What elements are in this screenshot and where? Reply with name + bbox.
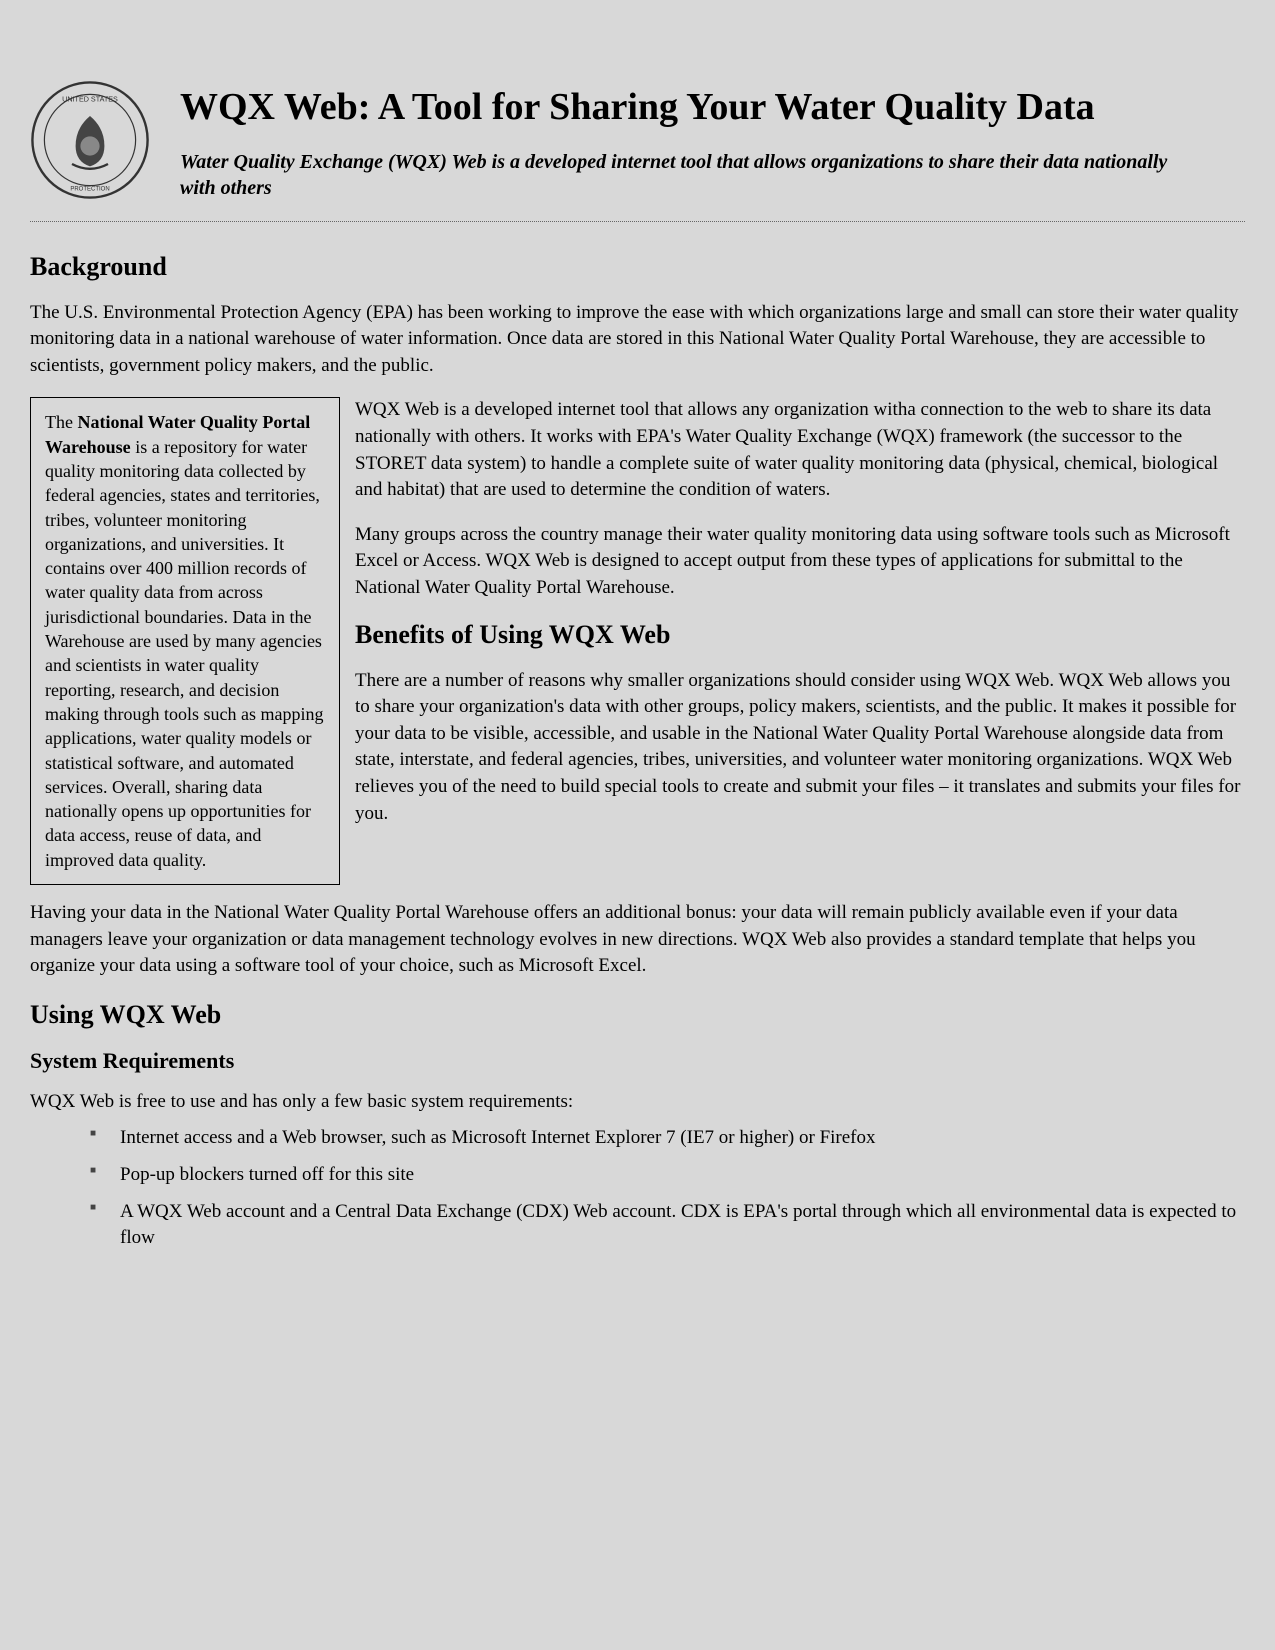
page-subtitle: Water Quality Exchange (WQX) Web is a de…: [180, 149, 1205, 201]
requirements-intro: WQX Web is free to use and has only a fe…: [30, 1089, 1245, 1116]
callout-text-after: is a repository for water quality monito…: [45, 437, 323, 870]
epa-seal-icon: UNITED STATES PROTECTION: [30, 80, 150, 200]
svg-text:UNITED STATES: UNITED STATES: [62, 95, 118, 104]
callout-text-before: The: [45, 412, 77, 432]
requirements-list: Internet access and a Web browser, such …: [30, 1125, 1245, 1251]
header-divider: [30, 221, 1245, 222]
list-item: Pop-up blockers turned off for this site: [90, 1162, 1245, 1189]
background-intro: The U.S. Environmental Protection Agency…: [30, 300, 1245, 380]
document-header: UNITED STATES PROTECTION WQX Web: A Tool…: [30, 80, 1245, 201]
list-item: A WQX Web account and a Central Data Exc…: [90, 1199, 1245, 1252]
background-heading: Background: [30, 252, 1245, 282]
warehouse-callout-box: The National Water Quality Portal Wareho…: [30, 397, 340, 885]
header-text-block: WQX Web: A Tool for Sharing Your Water Q…: [180, 80, 1245, 201]
main-content-flow: The National Water Quality Portal Wareho…: [30, 397, 1245, 900]
svg-text:PROTECTION: PROTECTION: [70, 186, 109, 192]
page-title: WQX Web: A Tool for Sharing Your Water Q…: [180, 85, 1205, 131]
using-heading: Using WQX Web: [30, 1000, 1245, 1030]
list-item: Internet access and a Web browser, such …: [90, 1125, 1245, 1152]
system-requirements-subheading: System Requirements: [30, 1048, 1245, 1074]
benefits-para-2: Having your data in the National Water Q…: [30, 900, 1245, 980]
